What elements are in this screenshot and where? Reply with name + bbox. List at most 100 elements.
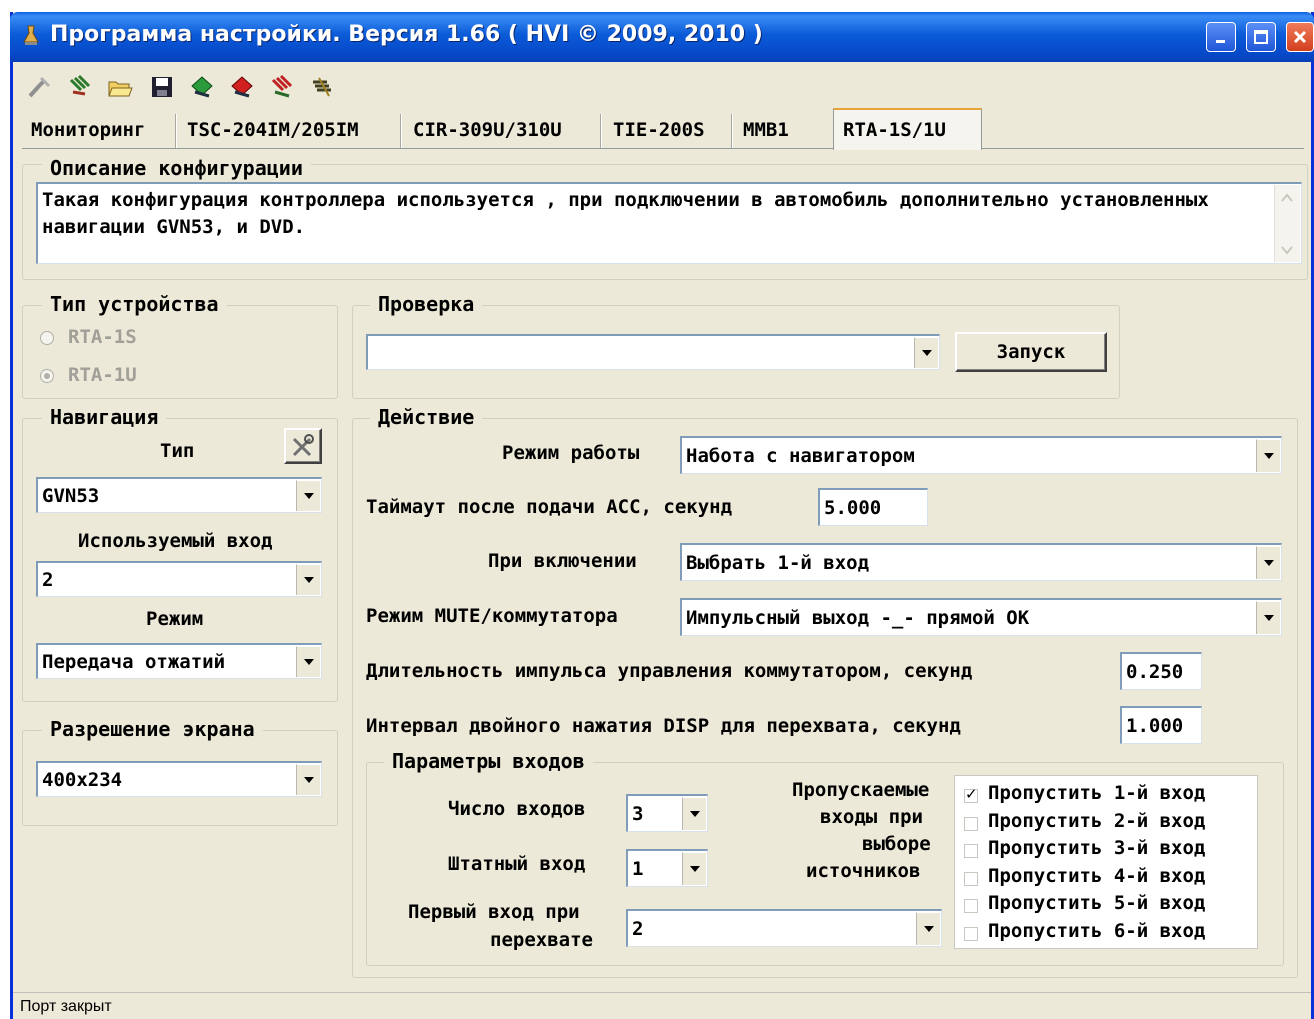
timeout-label: Таймаут после подачи ACC, секунд: [366, 496, 733, 518]
window-title: Программа настройки. Версия 1.66 ( HVI ©…: [50, 22, 763, 47]
tab-tie[interactable]: TIE-200S: [604, 112, 732, 148]
resolution-select[interactable]: 400x234: [36, 761, 322, 797]
chevron-down-icon[interactable]: [1256, 546, 1280, 579]
mute-mode-select[interactable]: Импульсный выход -_- прямой OK: [680, 598, 1282, 636]
first-input-label-1: Первый вход при: [408, 901, 580, 923]
tab-cir[interactable]: CIR-309U/310U: [404, 112, 600, 148]
timeout-input[interactable]: 5.000: [818, 488, 928, 526]
save-file-button[interactable]: [148, 72, 176, 102]
write-icon: [313, 77, 331, 97]
connect-button[interactable]: [26, 72, 54, 102]
app-icon: [22, 24, 40, 46]
description-textarea[interactable]: Такая конфигурация контроллера используе…: [36, 182, 1302, 264]
disp-interval-label: Интервал двойного нажатия DISP для перех…: [366, 715, 961, 737]
chevron-down-icon[interactable]: [296, 764, 320, 795]
save-file-icon: [152, 77, 172, 97]
minimize-button[interactable]: [1206, 22, 1236, 52]
skip-input-checkbox[interactable]: [964, 844, 978, 858]
close-icon: [1293, 30, 1307, 44]
nav-type-label: Тип: [160, 440, 195, 462]
tab-mmb1[interactable]: MMB1: [734, 112, 830, 148]
skip-input-label[interactable]: Пропустить 2-й вход: [988, 810, 1205, 832]
tab-separator: [731, 114, 733, 148]
chevron-down-icon[interactable]: [296, 564, 320, 595]
chevron-down-icon[interactable]: [682, 852, 706, 885]
reset-button[interactable]: [268, 72, 296, 102]
nav-input-value: 2: [42, 568, 54, 591]
run-button[interactable]: Запуск: [955, 332, 1107, 372]
chevron-down-icon[interactable]: [1256, 601, 1280, 634]
upload-button[interactable]: [188, 72, 216, 102]
tab-rta[interactable]: RTA-1S/1U: [833, 108, 982, 150]
nav-input-select[interactable]: 2: [36, 561, 322, 597]
nav-mode-select[interactable]: Передача отжатий: [36, 643, 322, 679]
pulse-duration-input[interactable]: 0.250: [1120, 652, 1202, 690]
first-input-select[interactable]: 2: [626, 909, 942, 947]
pulse-duration-label: Длительность импульса управления коммута…: [366, 660, 973, 682]
skip-input-label[interactable]: Пропустить 1-й вход: [988, 782, 1205, 804]
radio-rta-1u-label: RTA-1U: [68, 364, 137, 386]
connect-icon: [28, 76, 51, 98]
chevron-down-icon[interactable]: [296, 646, 320, 677]
action-title: Действие: [370, 405, 483, 429]
download-button[interactable]: [228, 72, 256, 102]
chevron-down-icon[interactable]: [916, 912, 940, 945]
nav-settings-button[interactable]: [284, 428, 322, 464]
mute-mode-label: Режим MUTE/коммутатора: [366, 605, 618, 627]
skip-input-checkbox[interactable]: [964, 816, 978, 831]
mute-mode-value: Импульсный выход -_- прямой OK: [686, 606, 1030, 629]
tab-monitoring[interactable]: Мониторинг: [22, 112, 175, 148]
chevron-down-icon[interactable]: [296, 480, 320, 511]
open-file-icon: [108, 81, 133, 97]
work-mode-select[interactable]: Набота с навигатором: [680, 436, 1282, 474]
maximize-button[interactable]: [1246, 22, 1276, 52]
description-text: Такая конфигурация контроллера используе…: [42, 189, 1209, 238]
close-button[interactable]: [1286, 22, 1314, 52]
on-power-value: Выбрать 1-й вход: [686, 551, 870, 574]
chevron-down-icon[interactable]: [1256, 439, 1280, 472]
check-select[interactable]: [366, 334, 940, 370]
chevron-down-icon[interactable]: [914, 337, 938, 368]
skip-input-label[interactable]: Пропустить 6-й вход: [988, 920, 1205, 942]
skip-input-checkbox[interactable]: [964, 899, 978, 913]
disp-interval-input[interactable]: 1.000: [1120, 706, 1202, 744]
native-input-value: 1: [632, 857, 644, 880]
chevron-down-icon[interactable]: [682, 797, 706, 830]
tab-tsc[interactable]: TSC-204IM/205IM: [178, 112, 400, 148]
radio-rta-1u[interactable]: [40, 369, 54, 383]
skip-label-3: выборе: [862, 833, 931, 855]
download-icon: [231, 76, 253, 98]
tab-separator: [175, 114, 177, 148]
description-title: Описание конфигурации: [42, 156, 311, 180]
nav-mode-label: Режим: [146, 608, 204, 630]
read-config-icon: [69, 74, 91, 96]
skip-input-label[interactable]: Пропустить 5-й вход: [988, 892, 1205, 914]
skip-label-4: источников: [806, 860, 921, 882]
upload-icon: [191, 76, 213, 98]
on-power-select[interactable]: Выбрать 1-й вход: [680, 543, 1282, 581]
navigation-title: Навигация: [42, 405, 167, 429]
work-mode-label: Режим работы: [502, 442, 640, 464]
radio-rta-1s[interactable]: [40, 331, 54, 345]
status-text: Порт закрыт: [20, 998, 112, 1015]
tab-separator: [400, 114, 402, 148]
write-button[interactable]: [308, 72, 336, 102]
resolution-value: 400x234: [42, 768, 123, 791]
skip-input-checkbox[interactable]: [964, 785, 978, 803]
radio-rta-1s-label: RTA-1S: [68, 326, 137, 348]
input-count-select[interactable]: 3: [626, 794, 708, 832]
skip-input-label[interactable]: Пропустить 3-й вход: [988, 837, 1205, 859]
input-count-label: Число входов: [448, 798, 586, 820]
skip-input-checkbox[interactable]: [964, 871, 978, 886]
check-title: Проверка: [370, 292, 483, 316]
description-scrollbar[interactable]: [1274, 185, 1300, 262]
first-input-label-2: перехвате: [490, 929, 593, 951]
open-file-button[interactable]: [106, 72, 134, 102]
nav-type-select[interactable]: GVN53: [36, 477, 322, 513]
skip-input-label[interactable]: Пропустить 4-й вход: [988, 865, 1205, 887]
work-mode-value: Набота с навигатором: [686, 444, 915, 467]
native-input-select[interactable]: 1: [626, 849, 708, 887]
skip-input-checkbox[interactable]: [964, 926, 978, 941]
read-config-button[interactable]: [66, 72, 94, 102]
skip-label-2: входы при: [820, 806, 923, 828]
